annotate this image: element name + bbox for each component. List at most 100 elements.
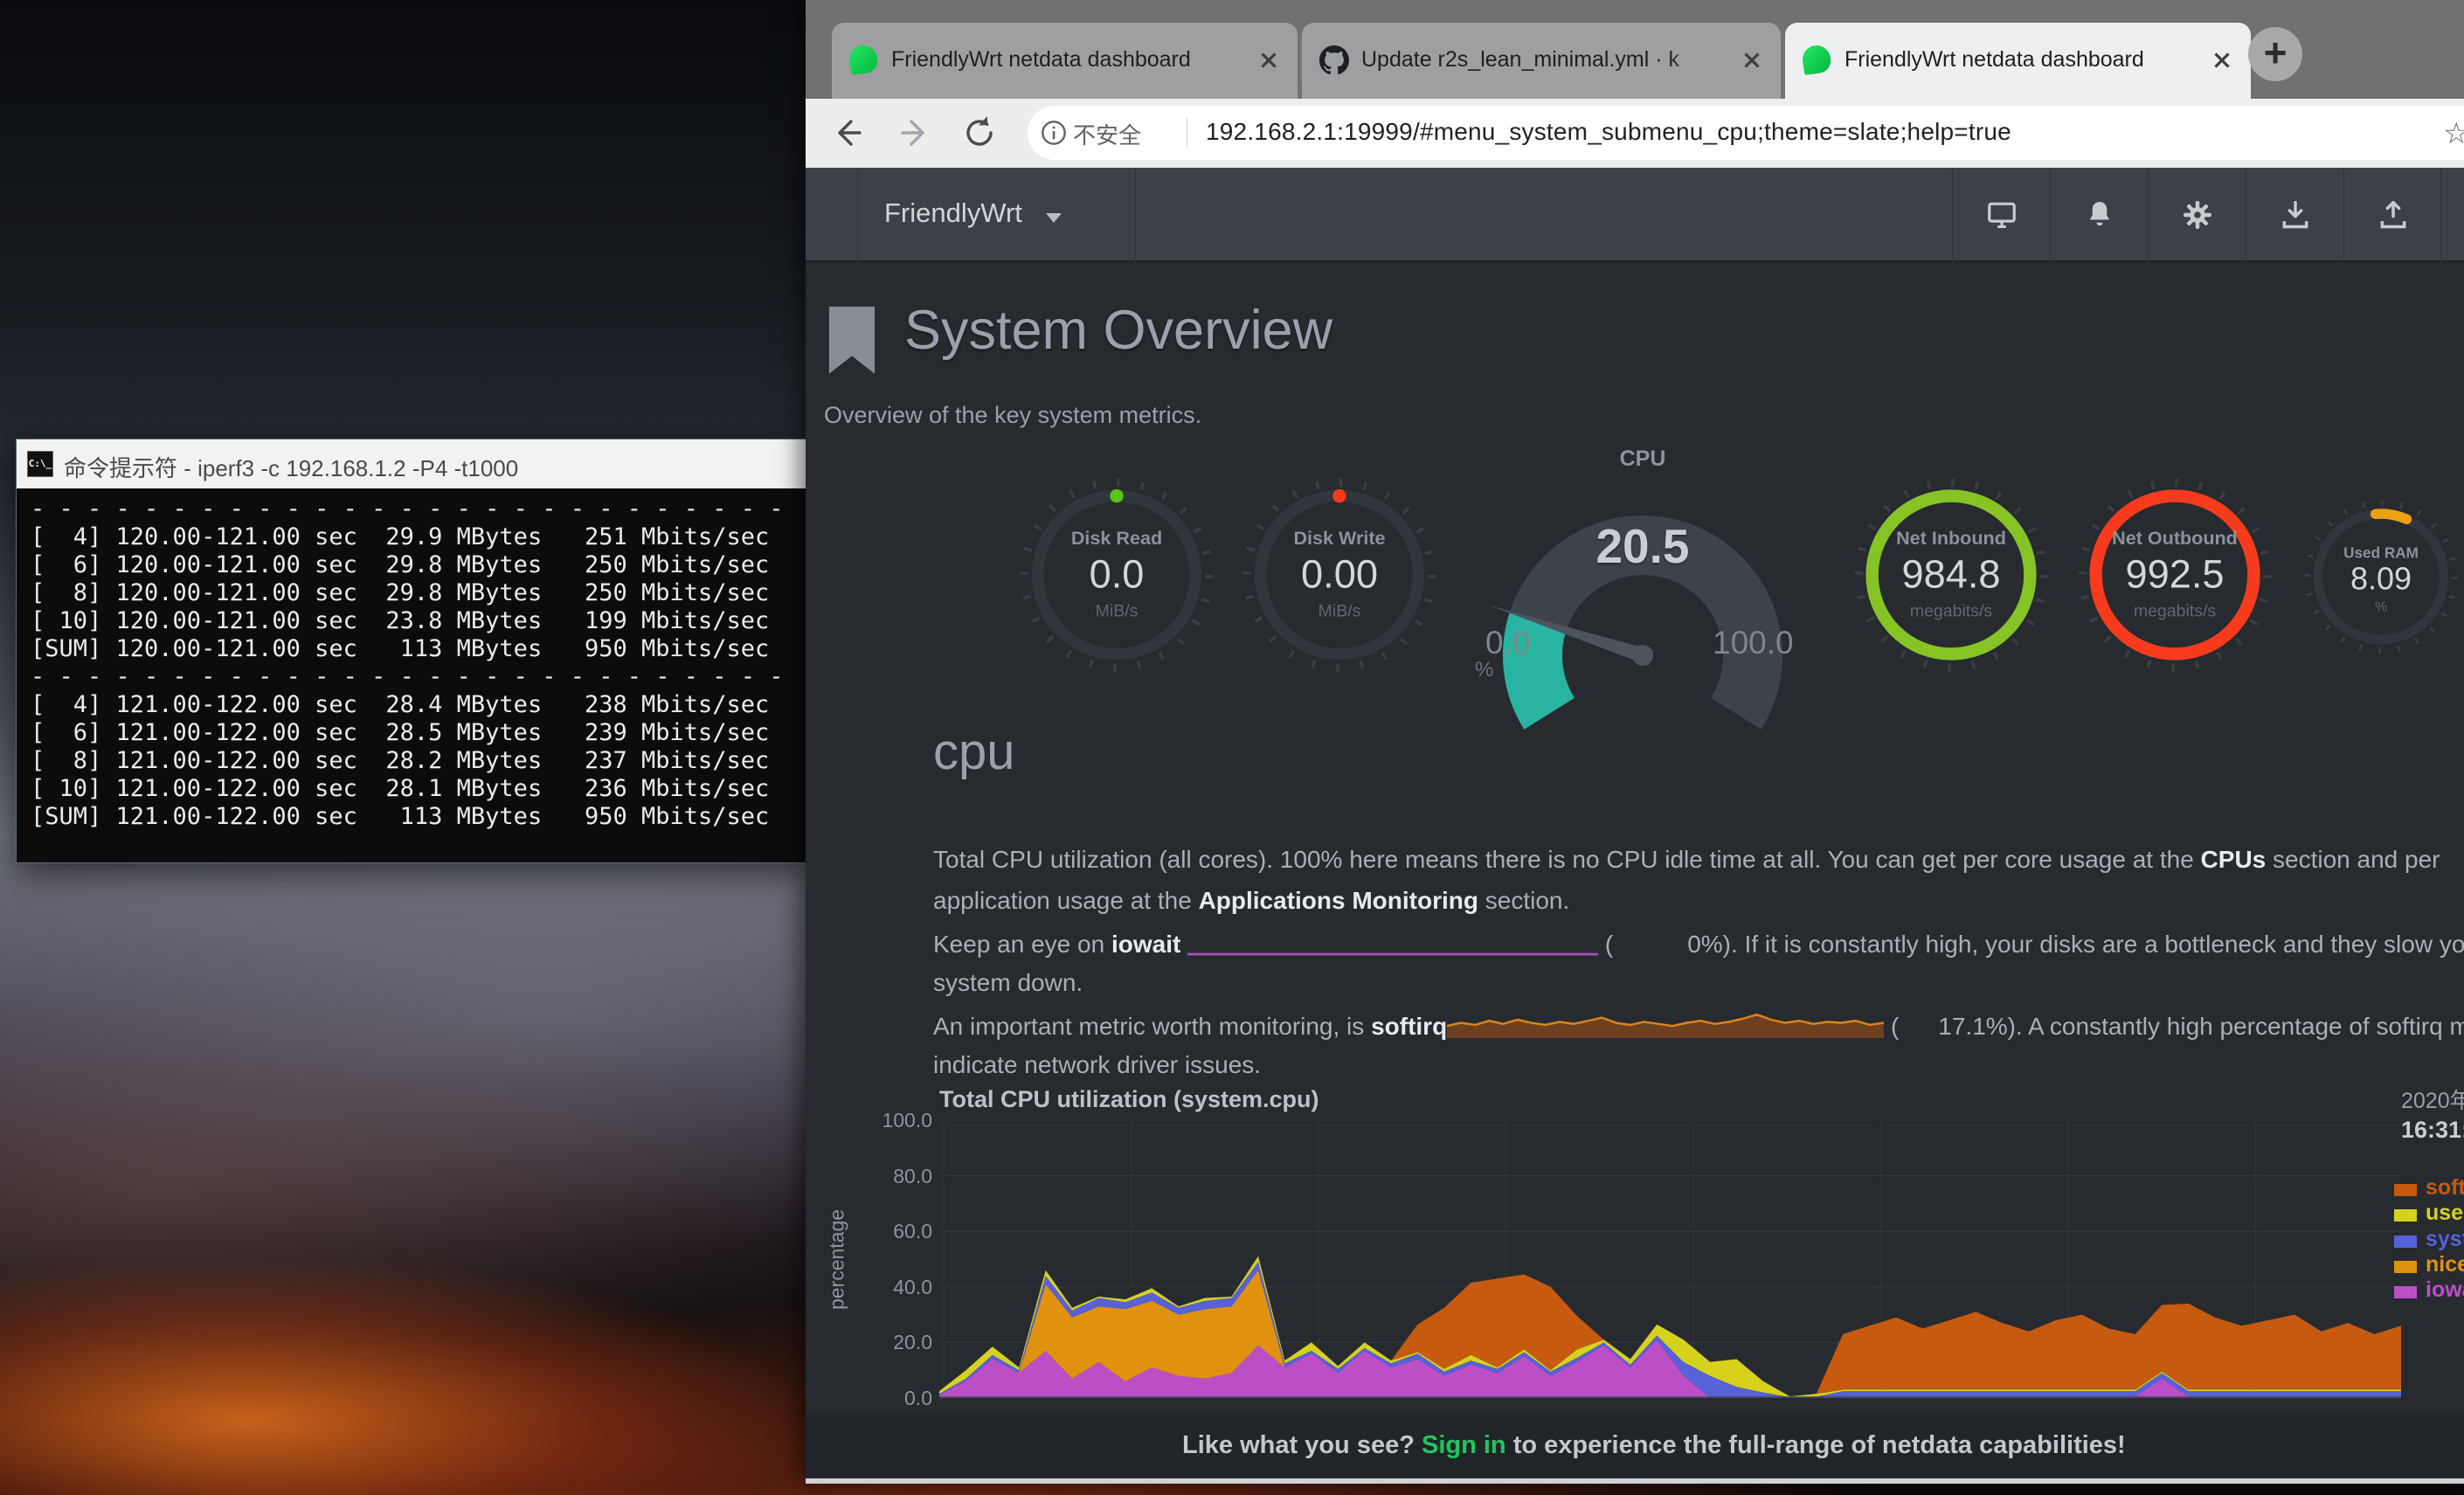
legend-swatch: [2394, 1235, 2417, 1248]
tab-close-icon[interactable]: [1739, 47, 1765, 73]
address-bar[interactable]: 不安全 192.168.2.1:19999/#menu_system_subme…: [1028, 106, 2464, 160]
text-segment: section and per: [2266, 846, 2440, 873]
terminal-titlebar[interactable]: C:\_ 命令提示符 - iperf3 -c 192.168.1.2 -P4 -…: [17, 440, 806, 488]
description-line: An important metric worth monitoring, is…: [933, 1010, 2464, 1041]
gauge-dial: Net Inbound984.8 megabits/s: [1852, 476, 2050, 674]
security-label[interactable]: 不安全: [1073, 118, 1141, 150]
host-dropdown[interactable]: FriendlyWrt: [857, 168, 1136, 262]
url-text[interactable]: 192.168.2.1:19999/#menu_system_submenu_c…: [1206, 118, 2011, 146]
reload-button-icon[interactable]: [958, 111, 1001, 155]
terminal-window: C:\_ 命令提示符 - iperf3 -c 192.168.1.2 -P4 -…: [16, 439, 807, 863]
gauge-dial: Net Outbound992.5 megabits/s: [2076, 476, 2274, 674]
legend-swatch: [2394, 1209, 2417, 1222]
tab-close-icon[interactable]: [2209, 47, 2235, 73]
new-tab-button[interactable]: +: [2248, 27, 2302, 81]
gauge-unit: %: [2375, 599, 2387, 614]
alarms-button[interactable]: [2050, 168, 2148, 262]
browser-window: FriendlyWrt netdata dashboard Update r2s…: [806, 0, 2464, 1484]
description-line: Total CPU utilization (all cores). 100% …: [933, 846, 2440, 874]
gauge-value: 984.8: [1901, 551, 2000, 596]
text-segment: indicate network driver issues.: [933, 1051, 1261, 1078]
gauge-dial: Used RAM8.09%: [2302, 498, 2460, 655]
tab-title: Update r2s_lean_minimal.yml · k: [1361, 47, 1711, 73]
bookmark-star-icon[interactable]: ☆: [2443, 116, 2464, 151]
legend-swatch: [2394, 1261, 2417, 1273]
terminal-title: 命令提示符 - iperf3 -c 192.168.1.2 -P4 -t1000: [64, 451, 518, 483]
y-tick-label: 60.0: [836, 1220, 932, 1243]
gauge-unit: MiB/s: [1319, 601, 1361, 620]
chart-y-axis-label: percentage: [826, 1199, 849, 1321]
gauge-unit: megabits/s: [2134, 601, 2217, 620]
gauge-net-outbound[interactable]: Net Outbound992.5 megabits/s: [2076, 476, 2274, 674]
text-segment: 17.1%). A constantly high percentage of …: [1938, 1013, 2464, 1040]
text-segment: (: [1884, 1013, 1899, 1040]
signin-text: Like what you see? Sign in to experience…: [1182, 1431, 2126, 1460]
terminal-output: - - - - - - - - - - - - - - - - - - - - …: [31, 495, 806, 831]
gauge-label: Net Outbound: [2112, 527, 2238, 549]
tab-friendlywrt-netdata-1[interactable]: FriendlyWrt netdata dashboard: [832, 23, 1298, 99]
print-view-button[interactable]: [1952, 168, 2050, 262]
tab-title: FriendlyWrt netdata dashboard: [891, 47, 1241, 73]
text-segment: (: [1598, 931, 1613, 958]
gauge-max: 100.0: [1713, 625, 1794, 661]
y-tick-label: 40.0: [836, 1276, 932, 1299]
legend-item-nice[interactable]: nice: [2394, 1252, 2464, 1275]
text-segment: iowait: [1111, 931, 1180, 958]
upload-icon: [2377, 198, 2410, 232]
gauge-label: Disk Read: [1071, 527, 1162, 549]
signin-link[interactable]: Sign in: [1422, 1431, 1506, 1459]
legend-item-system[interactable]: system: [2394, 1227, 2464, 1249]
gauge-cpu[interactable]: CPU 20.5 0.0 100.0 %: [1450, 441, 1835, 712]
gauge-value: 0.00: [1301, 551, 1378, 596]
github-favicon-icon: [1319, 45, 1349, 75]
tab-title: FriendlyWrt netdata dashboard: [1845, 47, 2194, 73]
tab-close-icon[interactable]: [1256, 47, 1282, 73]
tab-github-update-yml[interactable]: Update r2s_lean_minimal.yml · k: [1302, 23, 1781, 99]
y-tick-label: 0.0: [836, 1387, 932, 1410]
legend-label: user: [2426, 1201, 2464, 1225]
sparkline-iowait[interactable]: [1187, 928, 1598, 958]
gauge-disk-write[interactable]: Disk Write0.00MiB/s: [1241, 476, 1438, 674]
gauge-value: 992.5: [2125, 551, 2224, 596]
gauge-used-ram[interactable]: Used RAM8.09%: [2302, 498, 2460, 655]
gear-icon: [2181, 198, 2214, 232]
inline-link[interactable]: CPUs: [2201, 846, 2267, 873]
legend-item-iowait[interactable]: iowait: [2394, 1277, 2464, 1300]
y-tick-label: 80.0: [836, 1165, 932, 1188]
chart-time: 16:31:2: [2401, 1117, 2464, 1144]
gauge-label: Net Inbound: [1896, 527, 2006, 549]
inline-link[interactable]: Applications Monitoring: [1199, 887, 1478, 914]
cpu-utilization-chart[interactable]: [939, 1120, 2401, 1400]
chart-title: Total CPU utilization (system.cpu): [939, 1086, 1319, 1113]
cpu-gauge-dial: [1450, 467, 1835, 730]
gauge-net-inbound[interactable]: Net Inbound984.8 megabits/s: [1852, 476, 2050, 674]
terminal-body[interactable]: - - - - - - - - - - - - - - - - - - - - …: [17, 488, 806, 862]
signin-text-pre: Like what you see?: [1182, 1431, 1422, 1459]
text-segment: 0%). If it is constantly high, your disk…: [1687, 931, 2464, 958]
text-segment: Total CPU utilization (all cores). 100% …: [933, 846, 2201, 873]
gauge-disk-read[interactable]: Disk Read0.0MiB/s: [1018, 476, 1215, 674]
legend-item-softirq[interactable]: softirq: [2394, 1175, 2464, 1198]
info-icon[interactable]: [1040, 119, 1068, 147]
description-line: system down.: [933, 969, 1083, 997]
settings-button[interactable]: [2148, 168, 2246, 262]
y-tick-label: 100.0: [836, 1109, 932, 1132]
chevron-down-icon: [1046, 213, 1062, 223]
back-button-icon[interactable]: [825, 111, 869, 155]
gauge-unit: megabits/s: [1910, 601, 1993, 620]
text-segment: application usage at the: [933, 887, 1199, 914]
legend-label: softirq: [2426, 1175, 2464, 1200]
sparkline-softirq[interactable]: [1447, 1010, 1884, 1040]
gauge-dial: Disk Write0.00MiB/s: [1241, 476, 1438, 674]
forward-button-icon[interactable]: [894, 111, 938, 155]
export-snapshot-button[interactable]: [2343, 168, 2441, 262]
import-snapshot-button[interactable]: [2246, 168, 2343, 262]
gauge-unit: MiB/s: [1096, 601, 1139, 620]
gauge-label: Used RAM: [2343, 544, 2419, 562]
legend-swatch: [2394, 1286, 2417, 1298]
page-title: System Overview: [904, 299, 1332, 362]
description-line: indicate network driver issues.: [933, 1051, 1261, 1079]
description-line: application usage at the Applications Mo…: [933, 887, 1569, 915]
legend-item-user[interactable]: user: [2394, 1201, 2464, 1223]
tab-friendlywrt-netdata-2-active[interactable]: FriendlyWrt netdata dashboard: [1785, 23, 2251, 99]
